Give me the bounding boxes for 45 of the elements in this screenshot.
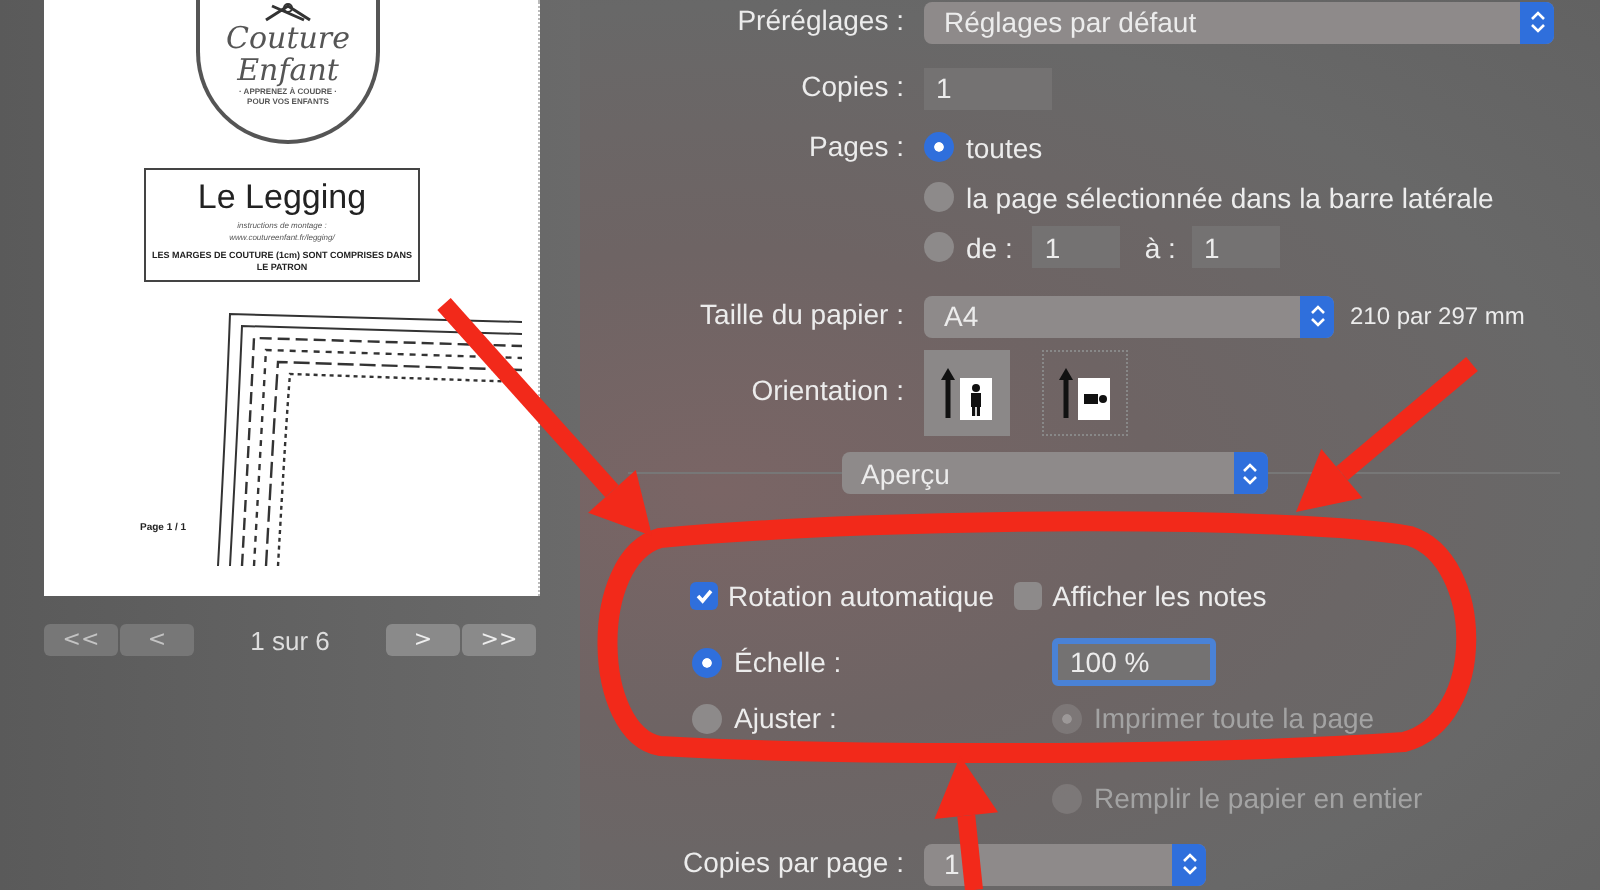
checkbox-label: Afficher les notes (1052, 580, 1267, 612)
document-title: Le Legging (197, 176, 367, 220)
paper-size-text: 210 par 297 mm (1350, 302, 1525, 330)
input-field[interactable]: 1 (924, 67, 1052, 109)
orientation-button[interactable] (924, 349, 1010, 435)
safety-pin-icon (262, 2, 314, 22)
dropdown[interactable]: 1 (924, 843, 1206, 885)
option-label: Ajuster : (734, 702, 837, 734)
dropdown[interactable]: A4 (924, 295, 1334, 337)
field-label: Copies : (801, 70, 904, 102)
input-field[interactable]: 100 % (1052, 638, 1216, 686)
field-label: Préréglages : (737, 4, 904, 36)
radio-button[interactable] (692, 703, 722, 733)
radio-button[interactable] (924, 182, 954, 212)
option-label: Remplir le papier en entier (1094, 782, 1423, 814)
page-counter: 1 sur 6 (248, 625, 332, 655)
option-label: Échelle : (734, 646, 842, 678)
radio-button[interactable] (924, 132, 954, 162)
stepper-icon (1300, 295, 1334, 337)
option-label: à : (1144, 231, 1176, 263)
option-label: la page sélectionnée dans la barre latérale (966, 181, 1494, 213)
radio-button[interactable] (692, 647, 722, 677)
page-nav-button[interactable]: >> (462, 624, 536, 656)
checkbox[interactable] (690, 582, 718, 610)
stepper-icon (1520, 1, 1554, 43)
dropdown[interactable]: Réglages par défaut (924, 1, 1554, 43)
orientation-button[interactable] (1042, 349, 1128, 435)
option-label: Imprimer toute la page (1094, 702, 1375, 734)
dropdown[interactable]: Aperçu (841, 452, 1267, 494)
field-label: Orientation : (751, 374, 904, 406)
radio-button[interactable] (924, 232, 954, 262)
logo-text: Couture (226, 22, 350, 54)
field-label: Copies par page : (682, 846, 904, 878)
stepper-icon (1172, 843, 1206, 885)
checkbox-label: Rotation automatique (728, 580, 995, 612)
stepper-icon (1233, 452, 1267, 494)
field-label: Pages : (809, 129, 904, 161)
option-label: de : (966, 231, 1013, 263)
field-label: Taille du papier : (700, 298, 904, 330)
page-nav-button[interactable]: > (386, 624, 460, 656)
input-field[interactable]: 1 (1191, 226, 1280, 268)
checkbox[interactable] (1014, 582, 1043, 610)
logo-text: Enfant (237, 54, 339, 86)
option-label: toutes (966, 131, 1043, 163)
input-field[interactable]: 1 (1032, 226, 1121, 268)
